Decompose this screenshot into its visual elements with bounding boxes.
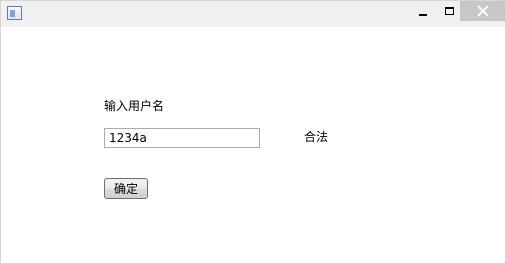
username-prompt-label: 输入用户名 [104,99,165,113]
minimize-button[interactable] [410,1,436,21]
username-input[interactable] [104,128,260,148]
main-content: 输入用户名 合法 确定 [1,27,505,263]
app-window: 输入用户名 合法 确定 [0,0,506,264]
maximize-icon [444,7,454,15]
maximize-button[interactable] [436,1,462,21]
close-button[interactable] [460,1,505,21]
close-icon [477,5,489,17]
title-bar[interactable] [1,1,505,27]
window-pane-icon [10,10,15,17]
minimize-icon [419,14,427,16]
confirm-button[interactable]: 确定 [104,178,148,199]
validation-status-label: 合法 [304,130,329,144]
app-window-icon[interactable] [7,6,22,20]
